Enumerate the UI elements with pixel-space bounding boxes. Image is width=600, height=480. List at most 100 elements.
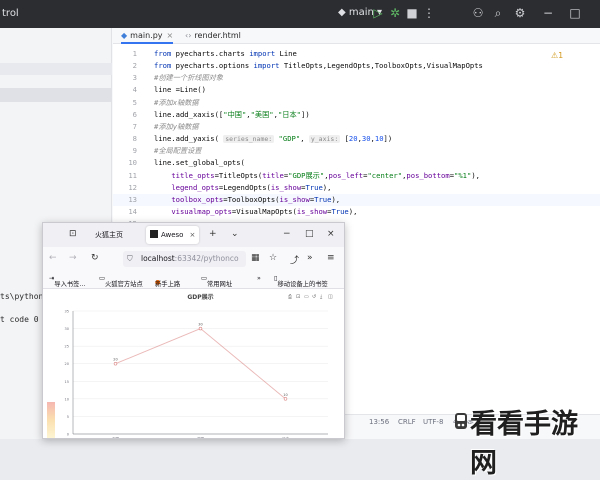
code-line[interactable]: 13 toolbox_opts=ToolboxOpts(is_show=True…	[113, 193, 600, 206]
code-line[interactable]: 12 legend_opts=LegendOpts(is_show=True),	[113, 182, 600, 194]
bookmark-label: 火狐官方站点	[104, 281, 143, 288]
html-file-icon: ‹›	[185, 31, 192, 40]
url-path: :63342/pythonco	[174, 254, 239, 263]
line-separator[interactable]: CRLF	[398, 418, 416, 426]
toolbox-icon[interactable]: ↺	[312, 294, 316, 300]
bookmark-label: 常用网址	[206, 281, 233, 288]
close-icon[interactable]: ×	[167, 31, 174, 40]
code-token: title_opts	[171, 170, 215, 180]
back-icon[interactable]: ←	[49, 253, 57, 263]
tab-groups-icon[interactable]: ⊡	[69, 229, 77, 239]
chevron-down-icon[interactable]: ⌄	[231, 229, 239, 239]
debug-icon[interactable]: ✲	[387, 5, 403, 21]
toolbox-icon[interactable]: ◫	[328, 294, 333, 300]
user-icon[interactable]: ⚇	[470, 5, 486, 21]
code-line[interactable]: 7 #添加y轴数据	[113, 121, 600, 133]
browser-tab-bar: ⊡ 火狐主页 Aweso × + ⌄ − □ ×	[43, 223, 344, 247]
minimize-icon[interactable]: −	[283, 229, 291, 239]
browser-tab-active[interactable]: Aweso ×	[146, 226, 200, 244]
line-number: 9	[132, 146, 137, 156]
shield-icon: ⛉	[127, 254, 133, 263]
toolbox-icon[interactable]: ⊡	[296, 294, 300, 300]
code-line[interactable]: 5 #添加x轴数据	[113, 97, 600, 109]
code-token: line.add_xaxis([	[154, 109, 224, 119]
menu-icon[interactable]: ≡	[327, 253, 335, 263]
code-line[interactable]: 11 title_opts=TitleOpts(title="GDP展示",po…	[113, 170, 600, 182]
y-tick-label: 0	[67, 433, 69, 437]
gamepad-logo-icon	[455, 413, 467, 429]
qr-code-icon[interactable]: ▦	[251, 253, 260, 263]
tab-main-py[interactable]: ◆ main.py ×	[121, 28, 174, 44]
code-line[interactable]: 9 #全局配置设置	[113, 145, 600, 157]
x-tick-label: 日本	[282, 436, 290, 438]
maximize-icon[interactable]: □	[305, 229, 314, 239]
code-line[interactable]: 3 #创建一个折线图对象	[113, 72, 600, 84]
search-icon[interactable]: ⌕	[490, 5, 506, 21]
y-tick-label: 30	[65, 327, 69, 331]
tab-label: render.html	[194, 31, 241, 40]
close-icon[interactable]: ×	[327, 229, 335, 239]
code-token: =TitleOpts(	[214, 170, 263, 180]
code-token: True	[314, 194, 332, 204]
code-line[interactable]: 14 visualmap_opts=VisualMapOpts(is_show=…	[113, 206, 600, 218]
bookmark-common-sites[interactable]: ▭ 常用网址	[201, 275, 232, 288]
gdp-line-chart: GDP展示 ⎙ ⊡ ▭↺ ⤓ ◫ 35 30 25 20 15 10 5 0 中国 美国 日本 20 30 10	[65, 293, 333, 438]
forward-icon[interactable]: →	[69, 253, 77, 263]
code-line[interactable]: 2 from pyecharts.options import TitleOpts…	[113, 60, 600, 72]
overflow-icon[interactable]: »	[307, 253, 313, 263]
tree-row-selected[interactable]	[0, 88, 112, 102]
toolbox-icon[interactable]: ⤓	[320, 294, 323, 300]
code-line[interactable]: 6 line.add_xaxis(["中国","美国","日本"])	[113, 109, 600, 121]
code-text: visualmap_opts=VisualMapOpts(is_show=Tru…	[154, 206, 357, 218]
code-line[interactable]: 1 from pyecharts.charts import Line	[113, 48, 600, 60]
code-token: ])	[383, 134, 393, 144]
new-tab-icon[interactable]: +	[209, 229, 217, 239]
line-number: 5	[132, 97, 137, 107]
extensions-icon[interactable]: ⤴	[290, 253, 299, 266]
settings-icon[interactable]: ⚙	[512, 5, 528, 21]
code-line[interactable]: 4 line =Line()	[113, 84, 600, 96]
address-bar[interactable]: ⛉ localhost:63342/pythonco	[123, 251, 246, 267]
browser-tab-home[interactable]: 火狐主页	[95, 226, 123, 244]
code-token: import	[249, 49, 280, 58]
minimize-icon[interactable]: −	[540, 5, 556, 21]
code-token: legend_opts	[171, 182, 219, 192]
code-line[interactable]: 8 line.add_yaxis( series_name: "GDP", y_a…	[113, 133, 600, 145]
bookmarks-overflow-icon[interactable]: »	[257, 275, 261, 282]
bookmark-firefox-site[interactable]: ▭ 火狐官方站点	[99, 275, 143, 288]
bookmark-label: 导入书签...	[54, 281, 86, 288]
code-token: "center"	[367, 170, 403, 180]
toolbox-icon[interactable]: ▭	[304, 294, 309, 300]
code-token: "美国"	[250, 109, 274, 119]
bookmark-star-icon[interactable]: ☆	[269, 253, 277, 263]
toolbox-icon[interactable]: ⎙	[288, 294, 292, 300]
maximize-icon[interactable]: □	[567, 5, 583, 21]
url-host: localhost	[141, 254, 175, 263]
file-encoding[interactable]: UTF-8	[423, 418, 443, 426]
bookmark-mobile[interactable]: ▯ 移动设备上的书签	[274, 275, 328, 288]
reload-icon[interactable]: ↻	[91, 253, 99, 263]
more-icon[interactable]: ⋮	[421, 5, 437, 21]
code-text: toolbox_opts=ToolboxOpts(is_show=True),	[154, 194, 340, 206]
line-number: 10	[128, 158, 137, 168]
line-number: 3	[132, 73, 137, 83]
code-token: "日本"	[277, 109, 301, 119]
code-token: is_show	[279, 194, 310, 204]
project-name[interactable]: trol	[2, 8, 19, 19]
code-token: True	[331, 206, 349, 216]
data-point	[283, 397, 288, 401]
code-token: #添加x轴数据	[154, 97, 199, 107]
stop-icon[interactable]: ■	[404, 5, 420, 21]
visual-map-gradient[interactable]	[47, 402, 55, 438]
close-icon[interactable]: ×	[189, 231, 195, 239]
code-token: pyecharts.options	[175, 61, 254, 71]
tree-row[interactable]	[0, 63, 112, 75]
bookmark-import[interactable]: ⇥ 导入书签...	[49, 275, 85, 288]
code-line[interactable]: 10 line.set_global_opts(	[113, 157, 600, 169]
caret-position[interactable]: 13:56	[369, 418, 389, 426]
run-icon[interactable]: ▷	[370, 5, 386, 21]
tab-render-html[interactable]: ‹› render.html	[185, 28, 241, 44]
